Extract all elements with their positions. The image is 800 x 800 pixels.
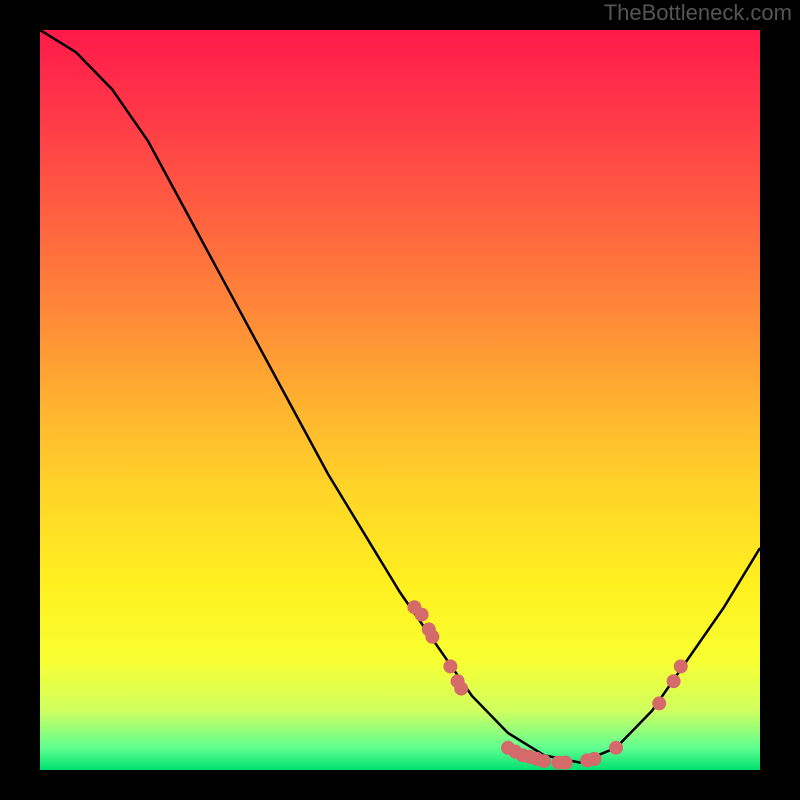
chart-container: TheBottleneck.com [0, 0, 800, 800]
data-point [667, 674, 681, 688]
plot-area [40, 30, 760, 770]
data-point [415, 608, 429, 622]
chart-svg [40, 30, 760, 770]
data-point [454, 682, 468, 696]
data-point [674, 659, 688, 673]
data-point [559, 756, 573, 770]
data-point [652, 696, 666, 710]
data-points [407, 600, 687, 769]
data-point [425, 630, 439, 644]
data-point [587, 752, 601, 766]
data-point [443, 659, 457, 673]
data-point [537, 754, 551, 768]
bottleneck-curve [40, 30, 760, 763]
watermark-text: TheBottleneck.com [604, 0, 792, 26]
data-point [609, 741, 623, 755]
